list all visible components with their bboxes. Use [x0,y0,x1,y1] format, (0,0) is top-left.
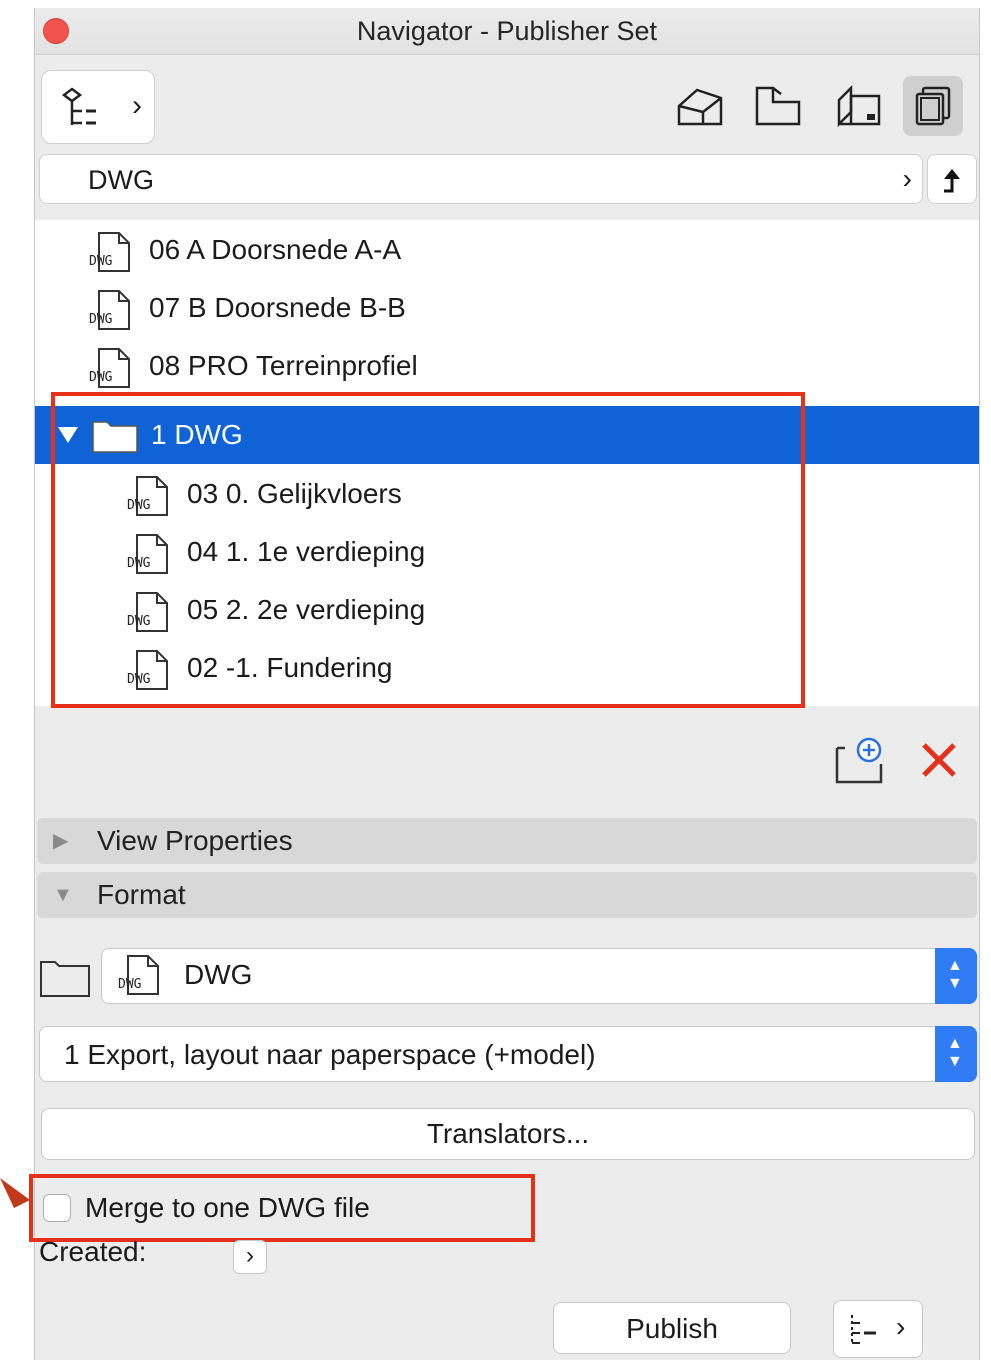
section-format[interactable]: ▼ Format [37,872,977,918]
dwg-file-icon: DWG [127,476,168,516]
svg-text:DWG: DWG [127,672,151,687]
select-value: DWG [184,959,253,990]
dwg-file-icon: DWG [118,955,159,995]
disclosure-right-icon: ▶ [53,830,69,852]
chevron-right-icon: › [896,1311,906,1342]
tree-item-label: 04 1. 1e verdieping [187,536,426,567]
created-label: Created: [39,1236,147,1267]
tab-view-map[interactable] [747,76,807,136]
tree-item[interactable]: DWG 04 1. 1e verdieping [35,524,979,580]
section-title: View Properties [97,825,293,856]
path-selector[interactable]: DWG › [39,154,923,204]
svg-text:DWG: DWG [118,977,142,992]
map-selector-button[interactable]: › [41,70,155,144]
tree-item[interactable]: DWG 08 PRO Terreinprofiel [35,338,979,394]
svg-text:DWG: DWG [127,614,151,629]
tree-list-icon [851,1315,876,1345]
chevron-right-icon: › [246,1242,254,1269]
navigator-window: Navigator - Publisher Set › DWG › DWG 06… [29,8,980,1360]
chevron-right-icon: › [902,163,912,194]
svg-text:DWG: DWG [127,498,151,513]
dwg-file-icon: DWG [127,534,168,574]
tree-item[interactable]: DWG 05 2. 2e verdieping [35,582,979,638]
tree-item[interactable]: DWG 07 B Doorsnede B-B [35,280,979,336]
annotation-arrow-icon [0,1178,30,1208]
svg-text:DWG: DWG [127,556,151,571]
dwg-file-icon: DWG [89,290,130,330]
tree-item[interactable]: DWG 06 A Doorsnede A-A [35,222,979,278]
svg-text:DWG: DWG [89,370,113,385]
merge-checkbox-label: Merge to one DWG file [85,1192,370,1223]
delete-icon[interactable] [919,740,959,780]
layout-book-icon [837,84,881,128]
project-map-icon [677,88,723,126]
window-title: Navigator - Publisher Set [356,16,658,46]
tree-item-label: 02 -1. Fundering [187,652,393,683]
tab-publisher-sets[interactable] [903,76,963,136]
up-down-arrows-icon: ▲ ▼ [935,948,977,1004]
title-bar: Navigator - Publisher Set [35,8,979,55]
section-title: Format [97,879,186,910]
button-label: Publish [626,1313,718,1344]
tree-item[interactable]: DWG 02 -1. Fundering [35,640,979,696]
select-value: 1 Export, layout naar paperspace (+model… [64,1039,596,1070]
button-label: Translators... [426,1118,590,1149]
current-set-label: DWG [88,165,154,195]
more-options-button[interactable]: › [833,1300,923,1358]
tree-item-label: 08 PRO Terreinprofiel [149,350,418,381]
tree-map-icon [62,87,96,125]
up-down-arrows-icon: ▲ ▼ [935,1026,977,1082]
created-options-button[interactable]: › [233,1240,267,1274]
tree-item-label: 1 DWG [151,419,243,450]
dwg-file-icon: DWG [89,232,130,272]
translator-select[interactable]: 1 Export, layout naar paperspace (+model… [39,1026,977,1082]
svg-text:DWG: DWG [89,312,113,327]
new-folder-icon[interactable] [833,736,887,786]
chevron-right-icon: › [132,89,142,122]
merge-checkbox[interactable] [43,1194,71,1222]
file-type-select[interactable]: DWG DWG ▲ ▼ [101,948,977,1004]
view-map-icon [755,86,801,126]
tree-item-label: 03 0. Gelijkvloers [187,478,402,509]
publish-button[interactable]: Publish [553,1302,791,1354]
folder-icon [92,421,138,453]
publisher-tree[interactable]: DWG 06 A Doorsnede A-A DWG 07 B Doorsned… [35,220,979,706]
tree-item-label: 07 B Doorsnede B-B [149,292,406,323]
section-view-properties[interactable]: ▶ View Properties [37,818,977,864]
translators-button[interactable]: Translators... [41,1108,975,1160]
close-window-button[interactable] [43,18,69,44]
tab-project-map[interactable] [669,76,729,136]
tab-layout-book[interactable] [827,76,887,136]
tree-item[interactable]: DWG 03 0. Gelijkvloers [35,466,979,522]
folder-outline-icon[interactable] [39,958,91,998]
publisher-sets-icon [915,86,951,126]
disclosure-down-icon: ▼ [53,884,73,906]
dwg-file-icon: DWG [89,348,130,388]
tree-folder-selected[interactable]: 1 DWG [35,406,979,464]
svg-text:DWG: DWG [89,254,113,269]
up-arrow-icon [944,169,960,193]
tree-item-label: 06 A Doorsnede A-A [149,234,402,265]
disclosure-triangle-icon[interactable] [57,425,79,445]
go-up-button[interactable] [927,154,977,204]
dwg-file-icon: DWG [127,592,168,632]
tree-item-label: 05 2. 2e verdieping [187,594,426,625]
dwg-file-icon: DWG [127,650,168,690]
